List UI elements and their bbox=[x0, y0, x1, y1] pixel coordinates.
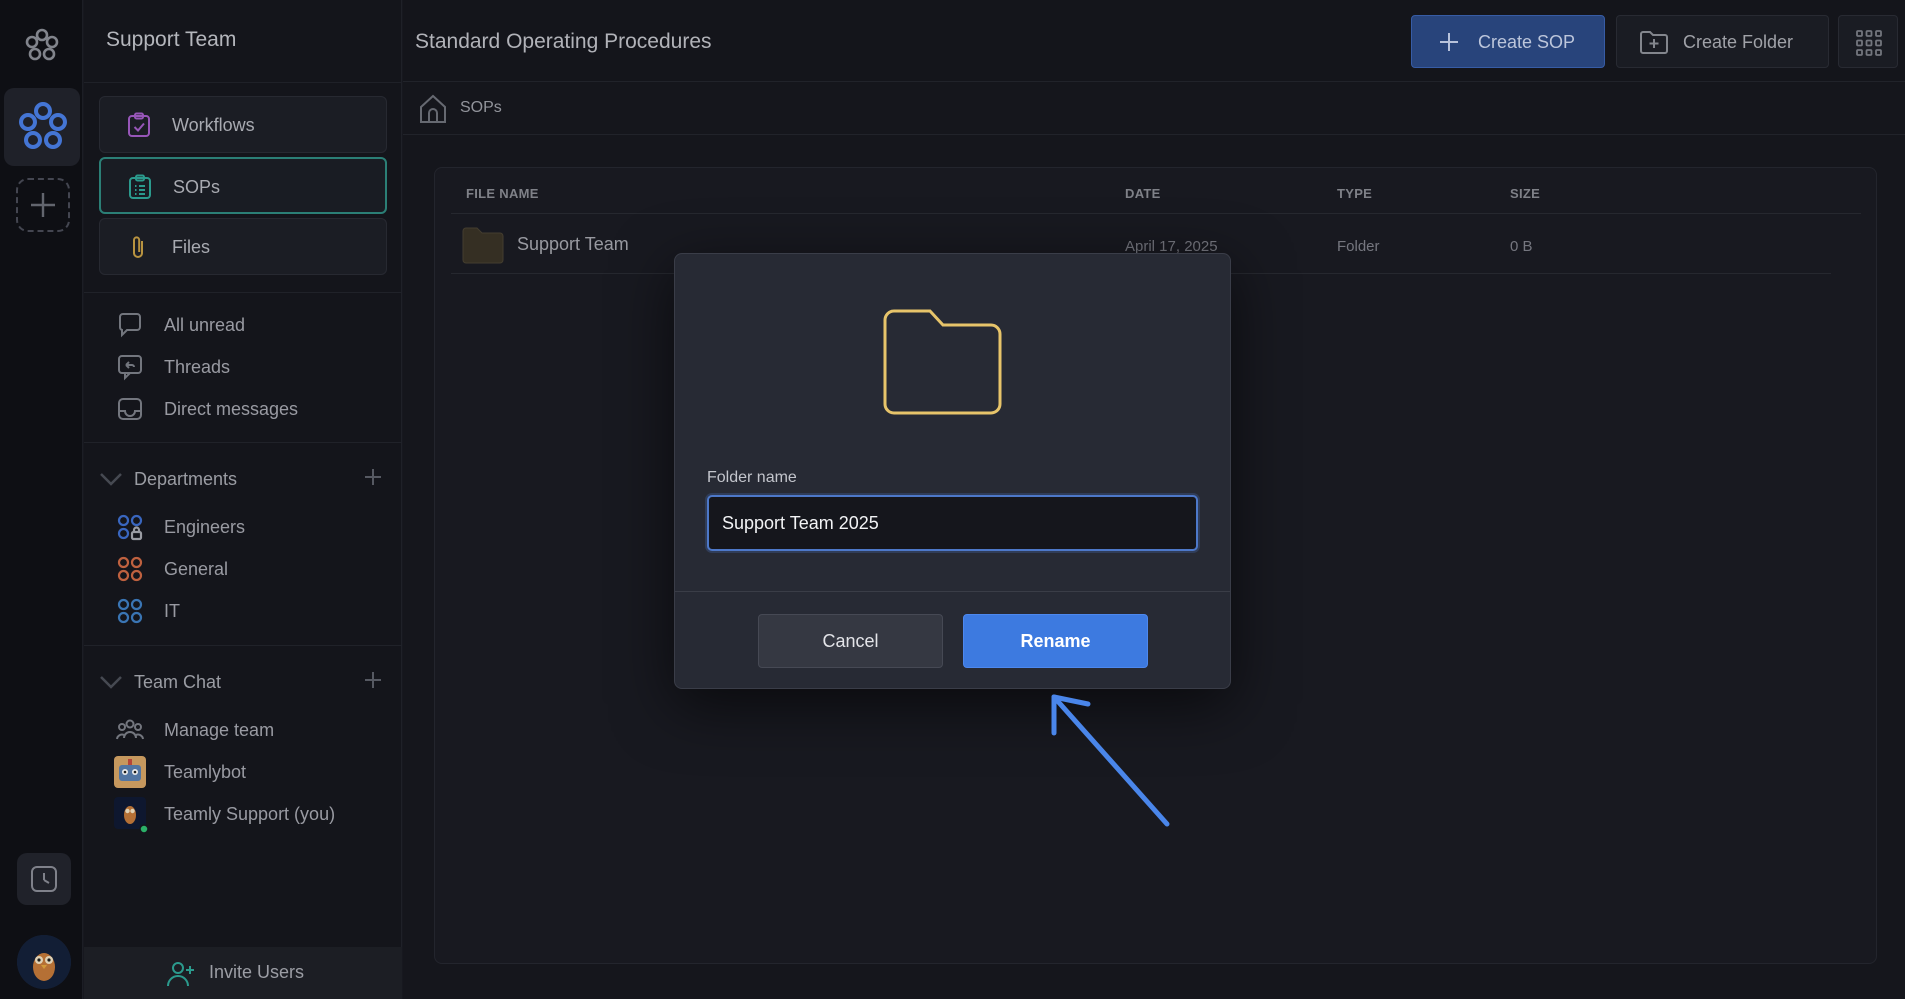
divider bbox=[675, 591, 1230, 592]
folder-name-label: Folder name bbox=[707, 469, 797, 486]
cancel-button[interactable]: Cancel bbox=[758, 614, 943, 668]
rename-folder-dialog: Folder name Cancel Rename bbox=[674, 253, 1231, 689]
rename-button[interactable]: Rename bbox=[963, 614, 1148, 668]
app-window: Support Team Workflows SOPs Files All un… bbox=[0, 0, 1905, 999]
folder-name-input[interactable] bbox=[707, 495, 1198, 551]
folder-icon bbox=[883, 309, 1002, 415]
annotation-arrow-icon bbox=[1051, 694, 1170, 827]
